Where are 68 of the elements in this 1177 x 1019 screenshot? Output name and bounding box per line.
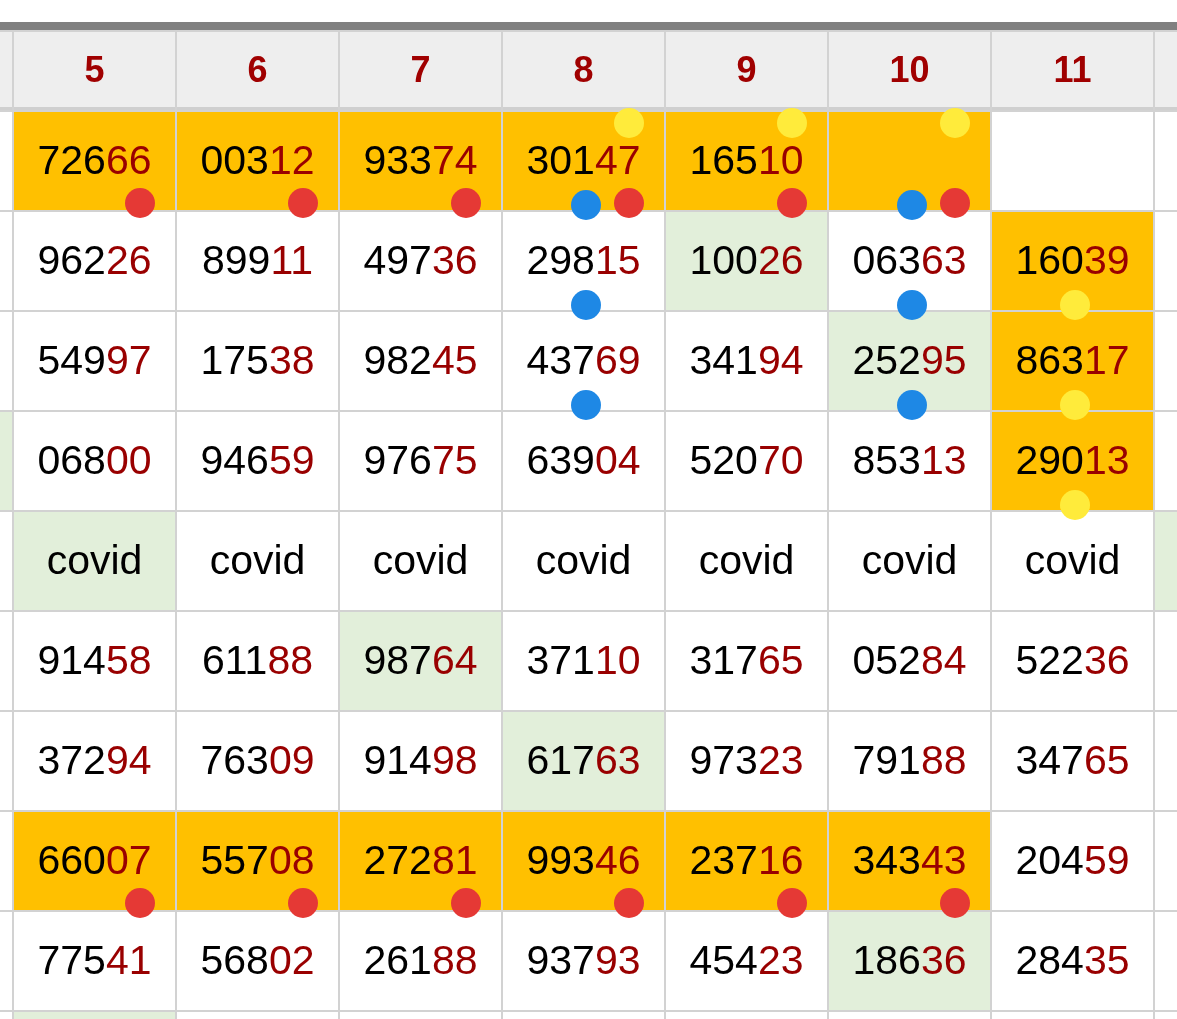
table-cell: covid [829,512,990,610]
table-cell: covid [666,512,827,610]
table-cell: 77541 [14,912,175,1010]
table-cell: 63904 [503,412,664,510]
table-cell: 29815 [503,212,664,310]
table-cell: covid [503,512,664,610]
table-cell: 05284 [829,612,990,710]
table-cell: covid [992,512,1153,610]
table-cell: 34765 [992,712,1153,810]
table-cell: 93374 [340,112,501,210]
table-cell: 06363 [829,212,990,310]
table-cell: 97675 [340,412,501,510]
table-cell: 91458 [14,612,175,710]
table-cell: 45423 [666,912,827,1010]
column-header[interactable]: 10 [829,32,990,110]
table-cell: 94659 [177,412,338,510]
table-cell: 76309 [177,712,338,810]
table-cell: 10026 [666,212,827,310]
table-cell: 43769 [503,312,664,410]
table-cell: 99346 [503,812,664,910]
table-cell: 25295 [829,312,990,410]
table-cell: 37294 [14,712,175,810]
table-cell: 16510 [666,112,827,210]
table-cell: 61763 [503,712,664,810]
table-cell: 52236 [992,612,1153,710]
column-header[interactable]: 8 [503,32,664,110]
table-cell: 56802 [177,912,338,1010]
table-cell: 54997 [14,312,175,410]
table-cell: 72666 [14,112,175,210]
table-cell: 18636 [829,912,990,1010]
table-cell: 23716 [666,812,827,910]
table-cell: 34194 [666,312,827,410]
table-cell: 34343 [829,812,990,910]
table-cell: 66007 [14,812,175,910]
column-header[interactable]: 11 [992,32,1153,110]
table-cell: covid [340,512,501,610]
table-cell: 85313 [829,412,990,510]
table-cell: 06800 [14,412,175,510]
table-cell: 97323 [666,712,827,810]
table-cell: 31765 [666,612,827,710]
column-header[interactable]: 5 [14,32,175,110]
table-cell: 30147 [503,112,664,210]
table-cell: 37110 [503,612,664,710]
table-cell: 93793 [503,912,664,1010]
table-cell: 20459 [992,812,1153,910]
table-cell: 29013 [992,412,1153,510]
table-cell: 26188 [340,912,501,1010]
table-cell: 89911 [177,212,338,310]
table-cell: 61188 [177,612,338,710]
table-cell: 16039 [992,212,1153,310]
table-cell: 55708 [177,812,338,910]
table-cell: 79188 [829,712,990,810]
table-cell: 00312 [177,112,338,210]
table-cell: 27281 [340,812,501,910]
table-cell: 17538 [177,312,338,410]
table-cell: 98245 [340,312,501,410]
table-cell: 96226 [14,212,175,310]
column-header[interactable]: 6 [177,32,338,110]
table-cell: 91498 [340,712,501,810]
table-cell: 86317 [992,312,1153,410]
column-header[interactable]: 9 [666,32,827,110]
table-cell: covid [177,512,338,610]
column-header[interactable]: 7 [340,32,501,110]
table-cell: covid [14,512,175,610]
table-cell: 28435 [992,912,1153,1010]
table-cell: 98764 [340,612,501,710]
table-cell: 49736 [340,212,501,310]
table-cell: 52070 [666,412,827,510]
